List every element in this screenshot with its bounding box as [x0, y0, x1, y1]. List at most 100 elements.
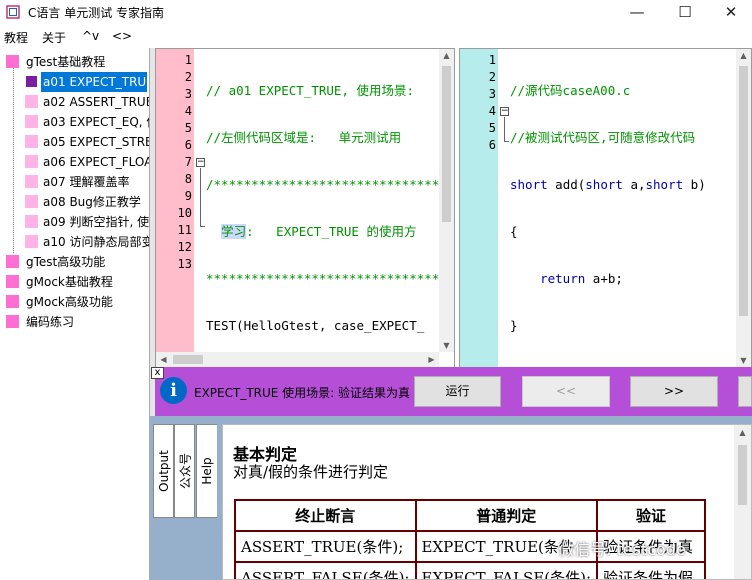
doc-scrollbar[interactable]: ▲ — [734, 425, 751, 579]
next-button[interactable]: >> — [630, 376, 718, 407]
tree-item-a01[interactable]: a01 EXPECT_TRUE — [25, 72, 147, 92]
menu-fold-toggle[interactable]: ^v — [82, 29, 99, 43]
scroll-up-icon[interactable]: ▲ — [439, 51, 454, 60]
line-number: 5 — [488, 121, 496, 135]
table-cell: 验证条件为假 — [596, 561, 707, 579]
folder-icon — [6, 275, 19, 288]
code-line: } — [510, 318, 518, 333]
line-number: 5 — [184, 121, 192, 135]
fold-collapse-icon[interactable]: − — [196, 158, 205, 167]
tree-node-gmock-basic[interactable]: gMock基础教程 — [6, 272, 149, 292]
table-header: 普通判定 — [414, 499, 599, 532]
tab-output[interactable]: Output — [153, 424, 174, 518]
item-icon — [25, 195, 38, 208]
item-icon — [25, 235, 38, 248]
scroll-thumb[interactable] — [739, 66, 748, 316]
close-panel-icon[interactable]: x — [151, 367, 164, 379]
maximize-button[interactable]: ☐ — [662, 0, 708, 26]
tree-item-label: a02 ASSERT_TRUE — [43, 95, 150, 109]
tree-item-a05[interactable]: a05 EXPECT_STRE — [25, 132, 150, 152]
line-number: 2 — [488, 70, 496, 84]
tree-node-label: gMock基础教程 — [26, 275, 113, 289]
tree-item-label: a05 EXPECT_STRE — [43, 135, 150, 149]
tree-item-a09[interactable]: a09 判断空指针, 使 — [25, 212, 149, 232]
line-number: 6 — [488, 138, 496, 152]
tab-label: Output — [156, 450, 171, 492]
line-number: 10 — [177, 206, 192, 220]
horizontal-scrollbar[interactable]: ◀ ▶ — [156, 352, 439, 367]
line-number: 3 — [488, 87, 496, 101]
tree-item-a07[interactable]: a07 理解覆盖率 — [25, 172, 147, 192]
close-window-button[interactable]: ✕ — [708, 0, 752, 26]
tree-item-a10[interactable]: a10 访问静态局部变 — [25, 232, 150, 252]
tree-node-gmock-advanced[interactable]: gMock高级功能 — [6, 292, 149, 312]
tree-guide-line — [13, 68, 14, 253]
tree-item-label: a08 Bug修正教学 — [43, 195, 141, 209]
line-numbers: 1 2 3 4 5 6 7 8 9 10 11 12 13 — [156, 52, 192, 273]
tree-item-a06[interactable]: a06 EXPECT_FLOA — [25, 152, 150, 172]
item-icon — [25, 155, 38, 168]
code-line: // a01 EXPECT_TRUE, 使用场景: — [206, 83, 415, 98]
tree-node-gtest-advanced[interactable]: gTest高级功能 — [6, 252, 149, 272]
line-number: 11 — [177, 223, 192, 237]
table-row: ASSERT_FALSE(条件); EXPECT_FALSE(条件); 验证条件… — [234, 561, 707, 579]
menu-layout-toggle[interactable]: <> — [112, 29, 132, 43]
minimize-button[interactable]: — — [614, 0, 660, 26]
highlighted-word: 学习 — [221, 224, 247, 239]
tree-item-label: a07 理解覆盖率 — [43, 175, 130, 189]
tab-wechat[interactable]: 公众号 — [174, 424, 195, 518]
scroll-right-icon[interactable]: ▶ — [424, 355, 439, 364]
tree-item-a08[interactable]: a08 Bug修正教学 — [25, 192, 147, 212]
item-icon — [25, 115, 38, 128]
line-number: 7 — [184, 155, 192, 169]
code-line: ******************************* — [206, 271, 440, 286]
scroll-thumb[interactable] — [442, 66, 451, 222]
status-text: EXPECT_TRUE 使用场景: 验证结果为真 — [194, 386, 411, 400]
scroll-thumb[interactable] — [173, 355, 203, 364]
watermark: 微信号: testcode — [558, 540, 686, 559]
item-icon — [25, 95, 38, 108]
extra-button[interactable] — [738, 376, 752, 407]
selected-item-icon — [25, 75, 38, 88]
vertical-scrollbar[interactable]: ▲ ▼ — [736, 49, 751, 367]
source-code-editor[interactable]: 1 2 3 4 5 6 − //源代码caseA00.c //被测试代码区,可随意修改代码… — [459, 48, 752, 368]
tutorial-tree[interactable]: gTest基础教程 a01 EXPECT_TRUE a02 ASSERT_TRU… — [0, 48, 150, 580]
item-icon — [25, 215, 38, 228]
scroll-down-icon[interactable]: ▼ — [736, 356, 751, 365]
line-number: 13 — [177, 257, 192, 271]
run-button[interactable]: 运行 — [414, 376, 501, 407]
folder-icon — [6, 295, 19, 308]
scroll-left-icon[interactable]: ◀ — [156, 355, 171, 364]
scroll-up-icon[interactable]: ▲ — [736, 51, 751, 60]
fold-collapse-icon[interactable]: − — [500, 107, 509, 116]
tree-item-a03[interactable]: a03 EXPECT_EQ, 使 — [25, 112, 149, 132]
tree-node-gtest-basic[interactable]: gTest基础教程 — [6, 52, 149, 72]
test-code-editor[interactable]: 1 2 3 4 5 6 7 8 9 10 11 12 13 − // a01 EXPECT_TRUE, … — [155, 48, 455, 368]
tree-node-label: gMock高级功能 — [26, 295, 113, 309]
folder-icon — [6, 55, 19, 68]
line-number: 2 — [184, 70, 192, 84]
window-title: C语言 单元测试 专家指南 — [28, 6, 165, 20]
line-number: 6 — [184, 138, 192, 152]
item-icon — [25, 135, 38, 148]
vertical-scrollbar[interactable]: ▲ ▼ — [439, 49, 454, 352]
menu-tutorial[interactable]: 教程 — [4, 29, 28, 46]
code-area[interactable]: // a01 EXPECT_TRUE, 使用场景: //左侧代码区域是: 单元测… — [206, 52, 447, 367]
code-area[interactable]: //源代码caseA00.c //被测试代码区,可随意修改代码 short ad… — [510, 52, 706, 364]
scroll-up-icon[interactable]: ▲ — [735, 428, 750, 437]
scroll-down-icon[interactable]: ▼ — [439, 341, 454, 350]
code-line: return a+b; — [540, 271, 623, 286]
line-number: 3 — [184, 87, 192, 101]
tree-item-label: a10 访问静态局部变 — [43, 235, 150, 249]
tree-node-label: gTest高级功能 — [26, 255, 106, 269]
scroll-thumb[interactable] — [738, 445, 747, 505]
code-line: //左侧代码区域是: 单元测试用 — [206, 130, 402, 145]
fold-end — [200, 226, 205, 227]
tree-node-coding-practice[interactable]: 编码练习 — [6, 312, 149, 332]
tab-help[interactable]: Help — [196, 424, 217, 518]
folder-icon — [6, 315, 19, 328]
tree-item-label: a06 EXPECT_FLOA — [43, 155, 150, 169]
menu-about[interactable]: 关于 — [42, 29, 66, 46]
tree-item-a02[interactable]: a02 ASSERT_TRUE — [25, 92, 150, 112]
prev-button[interactable]: << — [522, 376, 610, 407]
